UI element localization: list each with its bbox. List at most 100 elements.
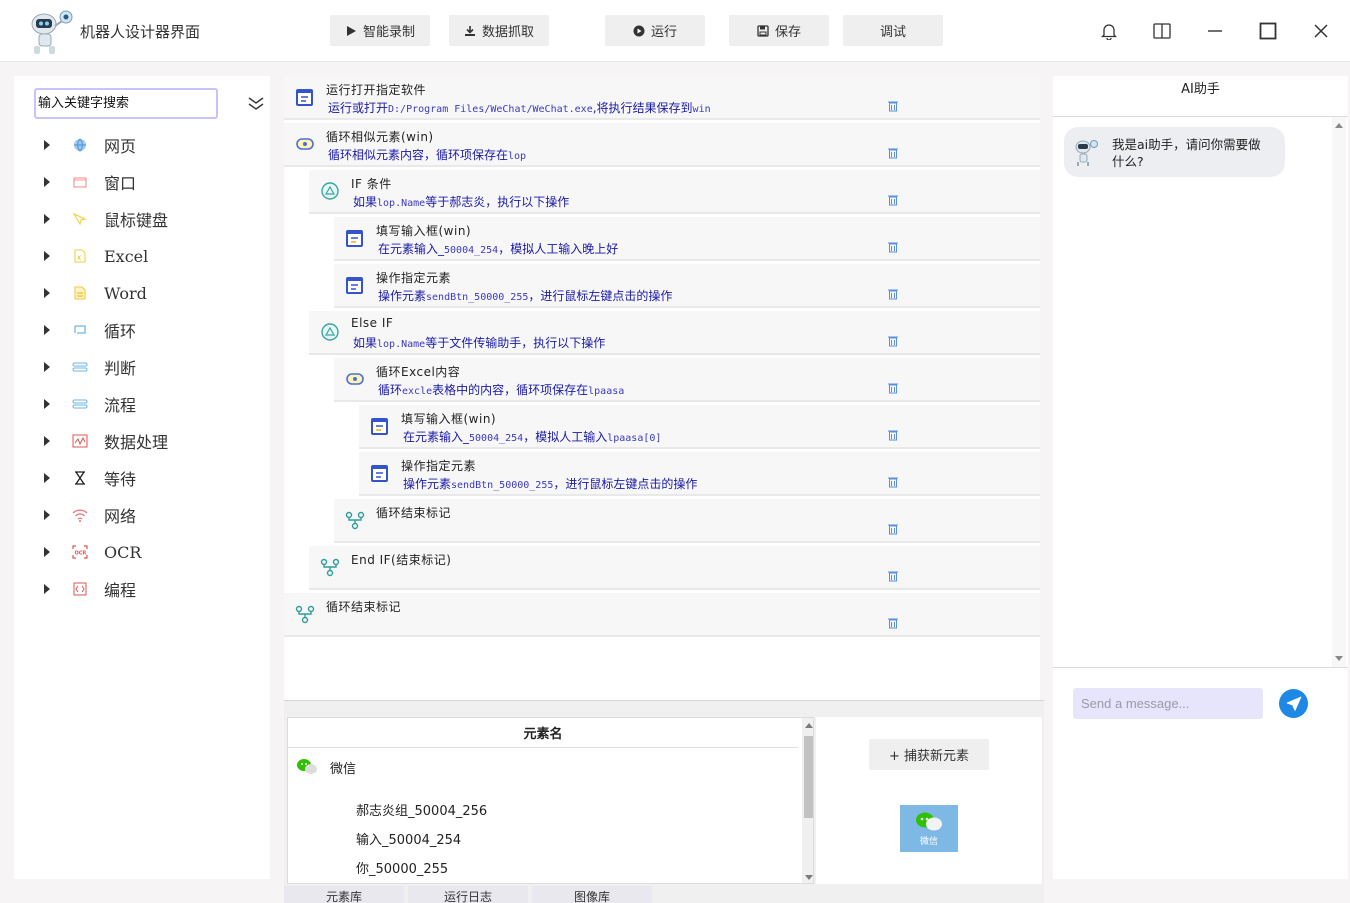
tree-item-word[interactable]: Word (40, 279, 147, 307)
tab-element-library[interactable]: 元素库 (284, 886, 404, 903)
expand-arrow-icon[interactable] (44, 584, 50, 594)
flow-step[interactable]: 操作指定元素 操作元素sendBtn_50000_255，进行鼠标左键点击的操作 (334, 264, 1040, 308)
expand-arrow-icon[interactable] (44, 510, 50, 520)
notification-bell-button[interactable] (1096, 18, 1122, 44)
trash-icon[interactable] (888, 382, 898, 394)
flow-step[interactable]: Else IF 如果lop.Name等于文件传输助手，执行以下操作 (309, 311, 1040, 355)
scroll-down-arrow-icon[interactable] (805, 875, 813, 880)
expand-arrow-icon[interactable] (44, 399, 50, 409)
flow-step[interactable]: 循环Excel内容 循环excle表格中的内容，循环项保存在lpaasa (334, 358, 1040, 402)
expand-arrow-icon[interactable] (44, 288, 50, 298)
trash-icon[interactable] (888, 194, 898, 206)
close-button[interactable] (1308, 18, 1334, 44)
window-icon (72, 174, 88, 190)
scroll-up-arrow-icon[interactable] (1335, 123, 1343, 128)
hourglass-icon (72, 470, 88, 486)
trash-icon[interactable] (888, 570, 898, 582)
send-button[interactable] (1279, 689, 1308, 718)
tree-item-loop[interactable]: 循环 (40, 316, 136, 344)
chat-scrollbar[interactable] (1332, 117, 1346, 667)
flow-step[interactable]: IF 条件 如果lop.Name等于郝志炎，执行以下操作 (309, 170, 1040, 214)
step-title: Else IF (351, 316, 394, 330)
trash-icon[interactable] (888, 241, 898, 253)
run-button[interactable]: 运行 (605, 15, 705, 46)
flow-step[interactable]: 填写输入框(win) 在元素输入_50004_254，模拟人工输入晚上好 (334, 217, 1040, 261)
activity-search-input[interactable] (34, 88, 218, 119)
trash-icon[interactable] (888, 476, 898, 488)
step-title: 循环结束标记 (326, 600, 402, 614)
book-icon (1153, 23, 1171, 39)
flow-step[interactable]: 操作指定元素 操作元素sendBtn_50000_255，进行鼠标左键点击的操作 (359, 452, 1040, 496)
excel-file-icon: X (72, 248, 88, 264)
trash-icon[interactable] (888, 617, 898, 629)
tree-item-window[interactable]: 窗口 (40, 168, 136, 196)
expand-arrow-icon[interactable] (44, 251, 50, 261)
flow-step[interactable]: 循环结束标记 (284, 593, 1040, 637)
expand-arrow-icon[interactable] (44, 547, 50, 557)
tree-item-excel[interactable]: X Excel (40, 242, 148, 270)
branch-icon (72, 359, 88, 375)
maximize-button[interactable] (1255, 18, 1281, 44)
expand-arrow-icon[interactable] (44, 473, 50, 483)
tree-item-network[interactable]: 网络 (40, 501, 136, 529)
flow-step[interactable]: 循环结束标记 (334, 499, 1040, 543)
element-child-item[interactable]: 郝志炎组_50004_256 (356, 800, 487, 819)
robot-avatar-icon (1075, 140, 1098, 166)
element-root-item[interactable]: 微信 (296, 756, 356, 778)
element-root-label: 微信 (330, 761, 357, 777)
tree-item-mouse-keyboard[interactable]: 鼠标键盘 (40, 205, 168, 233)
expand-arrow-icon[interactable] (44, 436, 50, 446)
expand-arrow-icon[interactable] (44, 362, 50, 372)
flow-step[interactable]: 运行打开指定软件 运行或打开D:/Program Files/WeChat/We… (284, 76, 1040, 120)
input-box-icon (371, 418, 388, 435)
trash-icon[interactable] (888, 429, 898, 441)
tab-image-library[interactable]: 图像库 (532, 886, 652, 903)
flow-step[interactable]: End IF(结束标记) (309, 546, 1040, 590)
step-description: 操作元素sendBtn_50000_255，进行鼠标左键点击的操作 (403, 477, 698, 491)
tree-item-wait[interactable]: 等待 (40, 464, 136, 492)
step-title: 循环Excel内容 (376, 365, 461, 379)
tree-item-ocr[interactable]: OCR OCR (40, 538, 141, 566)
trash-icon[interactable] (888, 100, 898, 112)
debug-button[interactable]: 调试 (843, 15, 943, 46)
expand-arrow-icon[interactable] (44, 177, 50, 187)
expand-arrow-icon[interactable] (44, 325, 50, 335)
element-preview-thumbnail[interactable]: 微信 (900, 805, 958, 852)
flow-step[interactable]: 循环相似元素(win) 循环相似元素内容，循环项保存在lop (284, 123, 1040, 167)
message-input[interactable] (1073, 688, 1263, 719)
smart-record-button[interactable]: 智能录制 (330, 15, 430, 46)
step-title: 循环结束标记 (376, 506, 452, 520)
trash-icon[interactable] (888, 288, 898, 300)
element-child-item[interactable]: 输入_50004_254 (356, 829, 461, 848)
scroll-up-arrow-icon[interactable] (805, 723, 813, 728)
data-scrape-button[interactable]: 数据抓取 (449, 15, 549, 46)
tab-run-log[interactable]: 运行日志 (408, 886, 528, 903)
scrollbar-thumb[interactable] (804, 736, 813, 818)
expand-arrow-icon[interactable] (44, 140, 50, 150)
tree-item-data-processing[interactable]: 数据处理 (40, 427, 168, 455)
tree-item-flow[interactable]: 流程 (40, 390, 136, 418)
bell-icon (1101, 24, 1117, 40)
flow-step[interactable]: 填写输入框(win) 在元素输入_50004_254，模拟人工输入lpaasa[… (359, 405, 1040, 449)
expand-arrow-icon[interactable] (44, 214, 50, 224)
capture-new-element-button[interactable]: + 捕获新元素 (869, 739, 989, 770)
trash-icon[interactable] (888, 523, 898, 535)
split-view-button[interactable] (1149, 18, 1175, 44)
chat-history: 我是ai助手，请问你需要做什么? (1053, 116, 1348, 668)
save-button[interactable]: 保存 (729, 15, 829, 46)
trash-icon[interactable] (888, 335, 898, 347)
double-chevron-down-icon[interactable] (246, 94, 266, 112)
element-action-icon (346, 277, 363, 294)
condition-icon (321, 182, 339, 200)
tree-item-web[interactable]: 网页 (40, 131, 136, 159)
element-list-scrollbar[interactable] (802, 718, 813, 883)
trash-icon[interactable] (888, 147, 898, 159)
scroll-down-arrow-icon[interactable] (1335, 656, 1343, 661)
tree-item-label: 等待 (104, 470, 137, 489)
minimize-button[interactable] (1202, 18, 1228, 44)
input-box-icon (346, 230, 363, 247)
tree-item-judge[interactable]: 判断 (40, 353, 136, 381)
loop-icon (72, 322, 88, 338)
tree-item-programming[interactable]: 编程 (40, 575, 136, 603)
element-child-item[interactable]: 你_50000_255 (356, 858, 448, 877)
